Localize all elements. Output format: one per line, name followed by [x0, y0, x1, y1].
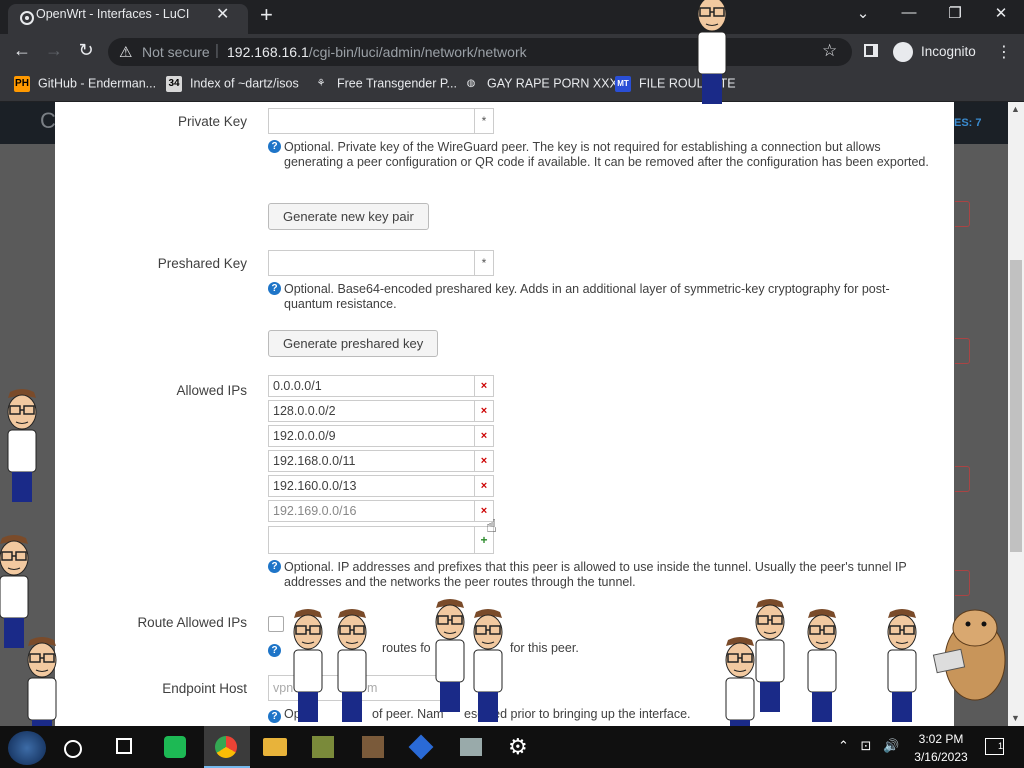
virtualbox-icon[interactable]	[460, 738, 482, 756]
hank-character	[887, 608, 917, 723]
clock-time[interactable]: 3:02 PM	[916, 732, 966, 746]
cortana-search-icon[interactable]	[64, 740, 82, 758]
game-app-icon[interactable]	[312, 736, 334, 758]
hank-character	[0, 534, 29, 649]
hand-cursor-icon: ☝	[486, 516, 497, 536]
media-app-icon[interactable]	[362, 736, 384, 758]
chrome-icon[interactable]	[215, 736, 237, 758]
hank-character	[337, 608, 367, 723]
hank-character	[473, 608, 503, 723]
hank-character	[7, 388, 37, 503]
windows-start-icon[interactable]	[8, 731, 46, 765]
clock-date[interactable]: 3/16/2023	[910, 750, 972, 764]
task-view-icon[interactable]	[116, 738, 132, 754]
hank-character	[697, 0, 727, 105]
spreadsheet-app-icon[interactable]	[164, 736, 186, 758]
cartoon-overlay	[0, 0, 1006, 751]
hank-character	[807, 608, 837, 723]
notification-center-icon[interactable]: 1	[985, 738, 1004, 755]
hank-character	[293, 608, 323, 723]
hank-character	[755, 598, 785, 713]
settings-gear-icon[interactable]: ⚙	[508, 734, 528, 760]
system-tray-icons[interactable]: ⌃ ⊡ 🔊	[838, 738, 903, 754]
hamster-character	[932, 609, 1006, 701]
hank-character	[435, 598, 465, 713]
file-explorer-icon[interactable]	[263, 738, 287, 756]
